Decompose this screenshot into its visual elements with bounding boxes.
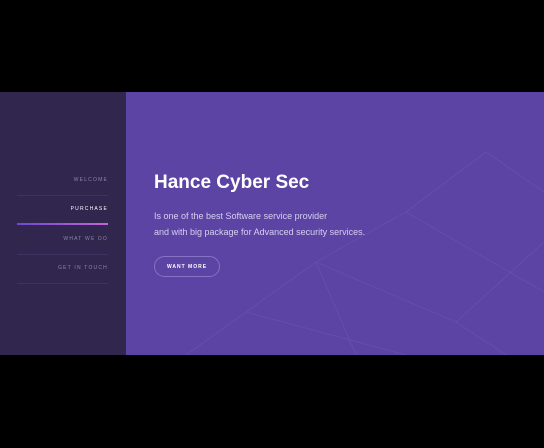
nav-item-label: GET IN TOUCH [58, 265, 108, 271]
nav-item-welcome[interactable]: WELCOME [17, 166, 108, 196]
nav-item-label: PURCHASE [70, 206, 108, 212]
want-more-button[interactable]: WANT MORE [154, 256, 220, 277]
nav-item-get-in-touch[interactable]: GET IN TOUCH [17, 254, 108, 284]
hero-description: Is one of the best Software service prov… [154, 209, 365, 240]
sidebar-nav: WELCOME PURCHASE WHAT WE DO GET IN TOUCH [0, 92, 126, 355]
nav-item-purchase[interactable]: PURCHASE [17, 195, 108, 225]
nav-item-what-we-do[interactable]: WHAT WE DO [17, 225, 108, 255]
page-title: Hance Cyber Sec [154, 172, 310, 193]
description-line: Is one of the best Software service prov… [154, 211, 328, 221]
description-line: and with big package for Advanced securi… [154, 226, 366, 237]
app-frame: WELCOME PURCHASE WHAT WE DO GET IN TOUCH [0, 92, 544, 355]
nav-item-label: WELCOME [73, 177, 108, 183]
hero-section: Hance Cyber Sec Is one of the best Softw… [126, 92, 544, 355]
nav-item-label: WHAT WE DO [63, 236, 108, 242]
